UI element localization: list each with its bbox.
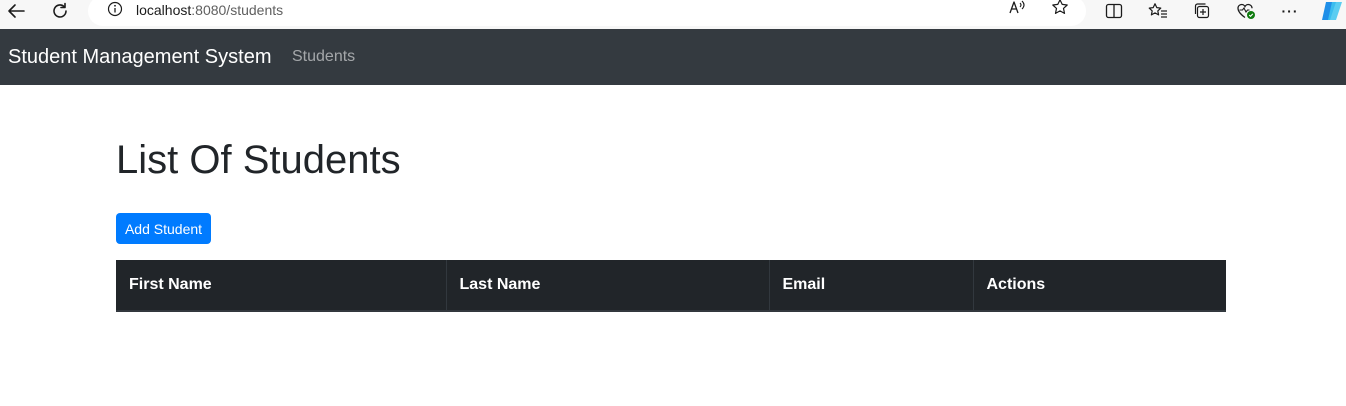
info-icon[interactable]: [107, 1, 123, 17]
column-header-email: Email: [769, 260, 974, 312]
url-host: localhost: [136, 2, 192, 18]
table-header-row: First Name Last Name Email Actions: [116, 260, 1226, 312]
navbar: Student Management System Students: [0, 29, 1346, 85]
collections-icon[interactable]: [1191, 0, 1213, 22]
address-bar[interactable]: localhost:8080/students: [88, 0, 1086, 26]
reload-button[interactable]: [48, 0, 72, 22]
navbar-brand[interactable]: Student Management System: [8, 46, 271, 69]
copilot-icon[interactable]: [1320, 0, 1346, 22]
add-student-button[interactable]: Add Student: [116, 213, 211, 244]
read-aloud-icon[interactable]: [1006, 0, 1028, 16]
column-header-first-name: First Name: [116, 260, 447, 312]
column-header-last-name: Last Name: [446, 260, 770, 312]
favorites-icon[interactable]: [1147, 0, 1169, 22]
back-icon: [8, 4, 25, 18]
table-header: First Name Last Name Email Actions: [116, 260, 1226, 312]
students-table: First Name Last Name Email Actions: [116, 260, 1226, 312]
url-path: :8080/students: [191, 2, 284, 18]
url-text[interactable]: localhost:8080/students: [136, 2, 283, 18]
page-title: List Of Students: [116, 138, 401, 182]
nav-link-students[interactable]: Students: [292, 48, 355, 66]
back-button[interactable]: [4, 0, 28, 22]
split-screen-icon[interactable]: [1103, 0, 1125, 22]
browser-toolbar: localhost:8080/students ···: [0, 0, 1346, 29]
reload-icon: [53, 2, 67, 18]
browser-essentials-icon[interactable]: [1235, 0, 1257, 22]
favorite-star-icon[interactable]: [1049, 0, 1071, 16]
column-header-actions: Actions: [973, 260, 1226, 312]
more-icon[interactable]: ···: [1279, 0, 1301, 22]
